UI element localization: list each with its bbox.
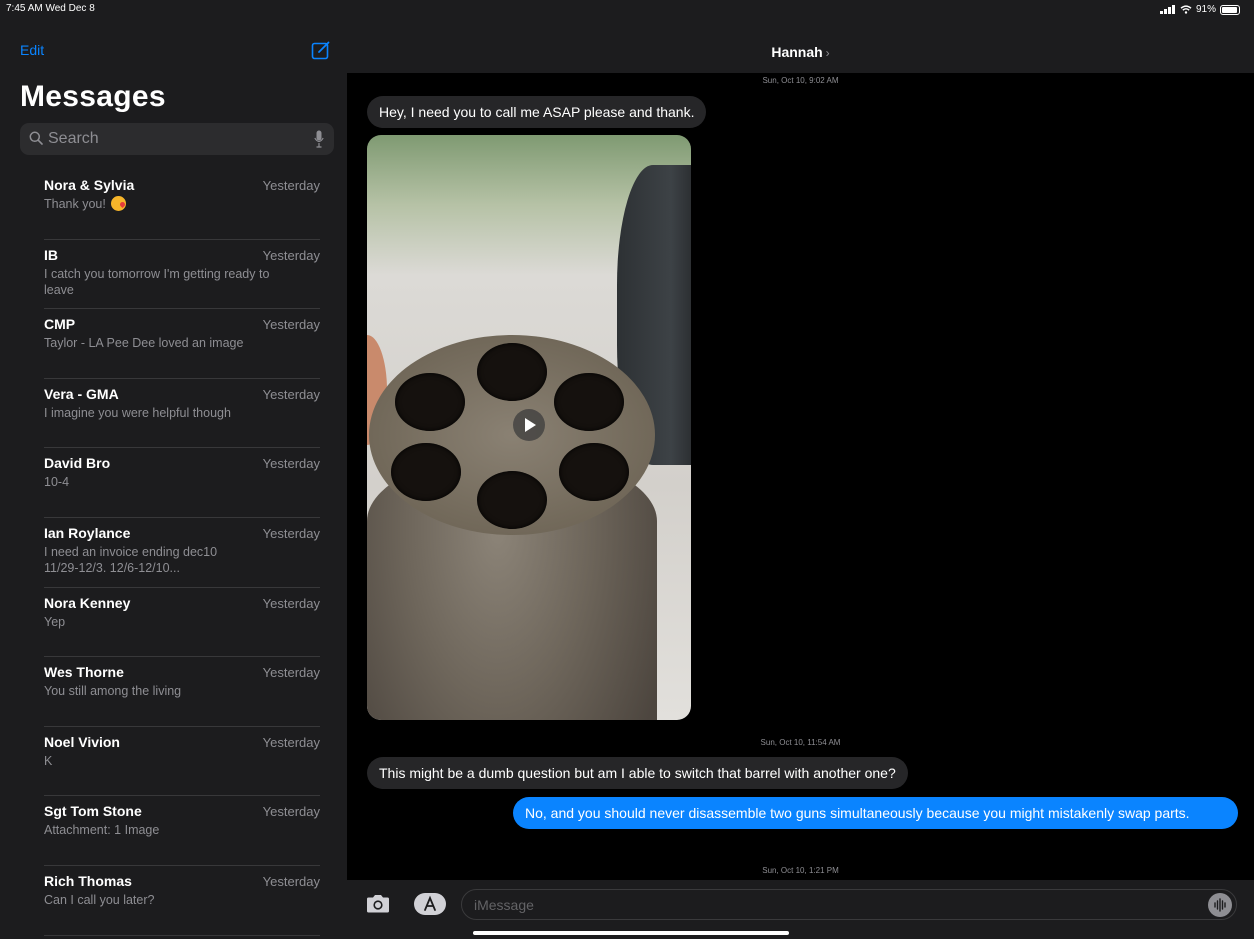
conversation-item[interactable]: IB Yesterday I catch you tomorrow I'm ge…: [0, 240, 347, 310]
conversation-time: Yesterday: [262, 873, 320, 889]
conversation-item[interactable]: Vera - GMA Yesterday I imagine you were …: [0, 379, 347, 449]
conversation-preview: 10-4: [44, 475, 70, 490]
conversation-name: Noel Vivion: [44, 733, 120, 750]
edit-button[interactable]: Edit: [20, 42, 44, 58]
conversation-item[interactable]: Ian Roylance Yesterday I need an invoice…: [0, 518, 347, 588]
conversation-preview: Yep: [44, 614, 66, 629]
search-icon: [29, 131, 43, 145]
conversation-item[interactable]: Nora & Sylvia Yesterday Thank you!: [0, 170, 347, 240]
conversation-preview: I imagine you were helpful though: [44, 405, 231, 420]
conversation-name: CMP: [44, 316, 76, 333]
preview-text: Thank you!: [44, 197, 106, 211]
microphone-icon[interactable]: [314, 130, 324, 148]
audio-waveform-icon[interactable]: [1208, 893, 1232, 917]
message-timestamp: Sun, Oct 10, 11:54 AM: [760, 738, 841, 747]
conversation-name: Ian Roylance: [44, 524, 131, 541]
conversation-name: Nora Kenney: [44, 594, 131, 611]
video-attachment[interactable]: [367, 135, 691, 720]
conversation-time: Yesterday: [262, 247, 320, 263]
conversation-preview: Thank you!: [44, 196, 294, 212]
conversation-name: Wes Thorne: [44, 664, 124, 681]
conversation-name: Nora & Sylvia: [44, 177, 135, 193]
conversation-preview: I catch you tomorrow I'm getting ready t…: [44, 266, 270, 297]
conversation-time: Yesterday: [262, 665, 320, 681]
cylinder-face-image: [369, 335, 655, 535]
conversation-sidebar: 7:45 AM Wed Dec 8 Edit Messages Search N…: [0, 0, 347, 939]
conversation-time: Yesterday: [262, 734, 320, 750]
outgoing-message[interactable]: No, and you should never disassemble two…: [513, 797, 1238, 829]
conversation-name: David Bro: [44, 455, 111, 472]
sidebar-title: Messages: [20, 80, 166, 113]
search-placeholder: Search: [48, 130, 99, 147]
conversation-name: Rich Thomas: [44, 872, 132, 889]
status-indicators: 91%: [1159, 4, 1240, 15]
conversation-time: Yesterday: [262, 595, 320, 611]
conversation-time: Yesterday: [262, 386, 320, 402]
compose-icon[interactable]: [311, 40, 331, 60]
conversation-preview: Taylor - LA Pee Dee loved an image: [44, 336, 244, 351]
message-timestamp: Sun, Oct 10, 9:02 AM: [762, 76, 839, 85]
search-input[interactable]: Search: [20, 123, 334, 155]
conversation-preview: K: [44, 753, 53, 768]
conversation-time: Yesterday: [262, 178, 320, 193]
conversation-time: Yesterday: [262, 525, 320, 541]
divider: [44, 934, 320, 936]
conversation-item[interactable]: Wes Thorne Yesterday You still among the…: [0, 657, 347, 727]
conversation-name: Sgt Tom Stone: [44, 803, 142, 820]
wifi-icon: [1180, 5, 1192, 14]
conversation-name: IB: [44, 246, 58, 263]
signal-icon: [1159, 5, 1176, 14]
conversation-item[interactable]: Nora Kenney Yesterday Yep: [0, 588, 347, 658]
chat-header: 91% Hannah ›: [347, 0, 1254, 73]
conversation-time: Yesterday: [262, 804, 320, 820]
conversation-preview: You still among the living: [44, 684, 182, 699]
conversation-item[interactable]: Sgt Tom Stone Yesterday Attachment: 1 Im…: [0, 796, 347, 866]
message-placeholder: iMessage: [474, 897, 534, 913]
conversation-preview: Can I call you later?: [44, 892, 155, 907]
incoming-message[interactable]: Hey, I need you to call me ASAP please a…: [367, 96, 707, 128]
conversation-preview: I need an invoice ending dec10 11/29-12/…: [44, 544, 218, 575]
conversation-name: Vera - GMA: [44, 385, 119, 402]
conversation-list: Nora & Sylvia Yesterday Thank you! IB Ye…: [0, 170, 347, 936]
app-store-icon[interactable]: [413, 892, 447, 916]
conversation-item[interactable]: David Bro Yesterday 10-4: [0, 448, 347, 518]
contact-name: Hannah: [771, 44, 823, 60]
home-indicator: [473, 931, 789, 935]
play-icon[interactable]: [513, 409, 545, 441]
conversation-preview: Attachment: 1 Image: [44, 823, 160, 838]
contact-name-button[interactable]: Hannah ›: [347, 44, 1254, 60]
chat-panel: 91% Hannah › Sun, Oct 10, 9:02 AM Hey, I …: [347, 0, 1254, 939]
conversation-item[interactable]: Rich Thomas Yesterday Can I call you lat…: [0, 866, 347, 936]
chevron-right-icon: ›: [825, 46, 830, 60]
conversation-item[interactable]: CMP Yesterday Taylor - LA Pee Dee loved …: [0, 309, 347, 379]
battery-icon: [1220, 4, 1240, 15]
status-time-date: 7:45 AM Wed Dec 8: [6, 3, 95, 14]
message-input[interactable]: iMessage: [461, 889, 1237, 920]
conversation-item[interactable]: Noel Vivion Yesterday K: [0, 727, 347, 797]
conversation-time: Yesterday: [262, 317, 320, 333]
message-timestamp: Sun, Oct 10, 1:21 PM: [762, 866, 839, 875]
camera-icon[interactable]: [365, 894, 391, 914]
kissing-face-emoji-icon: [111, 196, 127, 211]
battery-percent: 91%: [1195, 4, 1216, 15]
conversation-time: Yesterday: [262, 456, 320, 472]
incoming-message[interactable]: This might be a dumb question but am I a…: [367, 757, 908, 789]
